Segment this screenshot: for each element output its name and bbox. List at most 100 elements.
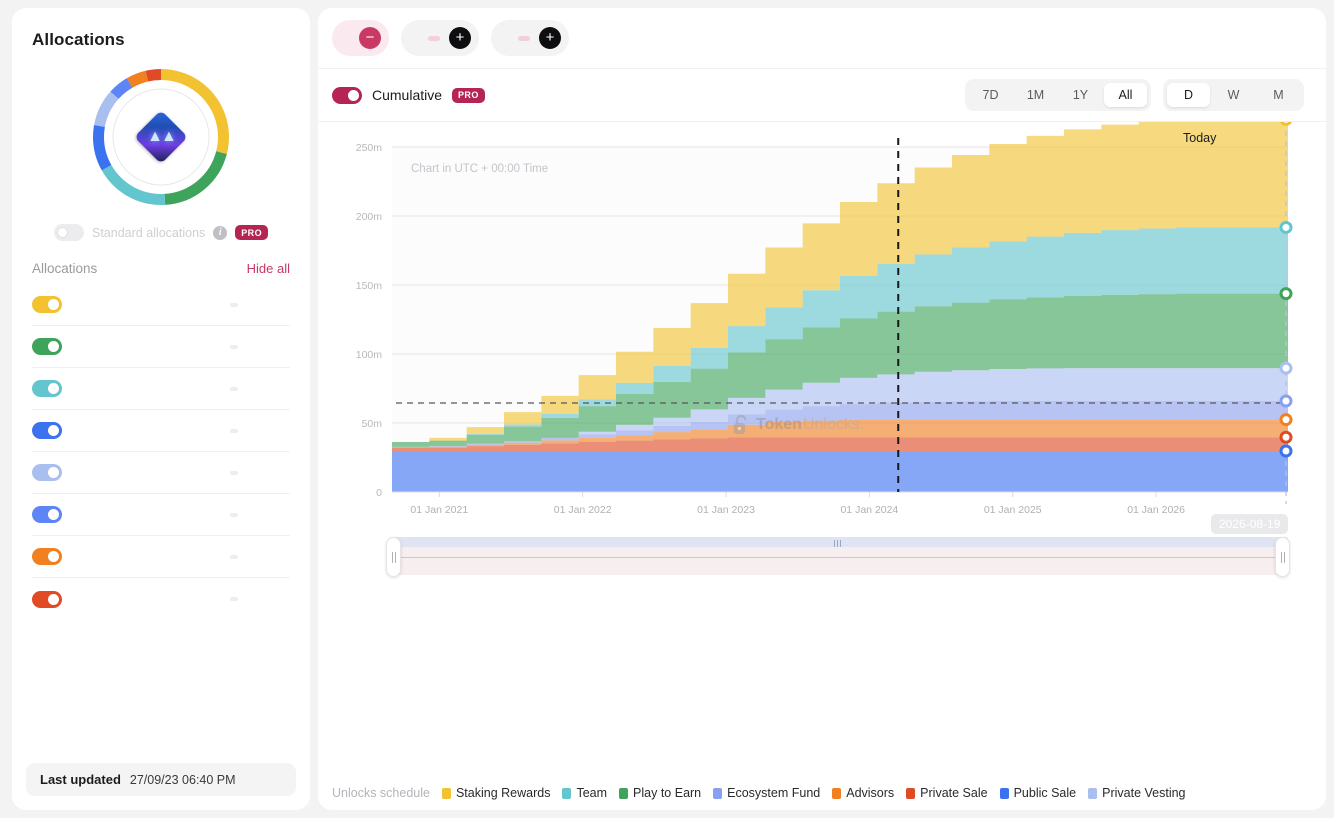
series-endpoint-marker[interactable] xyxy=(1279,394,1293,408)
allocation-row[interactable] xyxy=(32,452,290,494)
chart-canvas[interactable]: 0 50m 100m 150m 200m 250m 01 Jan 2021 01 Jan 20… xyxy=(318,122,1320,682)
allocations-list-label: Allocations xyxy=(32,261,98,276)
token-logo: ▲▲ xyxy=(134,110,188,164)
chart-legend: Unlocks schedule Staking Rewards Team Play … xyxy=(318,776,1326,810)
range-option-1y[interactable]: 1Y xyxy=(1059,83,1102,107)
legend-swatch xyxy=(999,787,1009,799)
legend-item[interactable]: Private Sale xyxy=(906,786,988,800)
range-option-7d[interactable]: 7D xyxy=(969,83,1012,107)
allocation-toggle[interactable] xyxy=(32,506,62,523)
standard-allocations-toggle[interactable] xyxy=(54,224,84,241)
legend-item[interactable]: Advisors xyxy=(832,786,894,800)
allocation-row[interactable] xyxy=(32,410,290,452)
series-endpoint-marker[interactable] xyxy=(1279,361,1293,375)
tab-vesting-schedule[interactable]: − xyxy=(332,20,389,56)
last-updated-bar: Last updated 27/09/23 06:40 PM xyxy=(26,763,296,796)
info-icon[interactable]: i xyxy=(213,225,228,240)
allocation-toggle[interactable] xyxy=(32,548,62,565)
legend-label: Private Vesting xyxy=(1102,786,1186,800)
legend-label: Ecosystem Fund xyxy=(727,786,821,800)
legend-swatch xyxy=(1088,787,1098,799)
allocations-donut-chart: ▲▲ xyxy=(12,66,310,208)
y-axis-tick: 50m xyxy=(362,418,383,430)
allocation-toggle[interactable] xyxy=(32,590,62,608)
legend-swatch xyxy=(619,787,629,799)
allocations-panel: Allocations ▲▲ Standard allocations i PR… xyxy=(12,8,310,810)
range-slider-right-handle[interactable] xyxy=(1275,537,1290,577)
allocation-row[interactable] xyxy=(32,536,290,578)
allocation-row[interactable] xyxy=(32,284,290,326)
interval-selector: DWM xyxy=(1163,79,1304,111)
allocation-toggle[interactable] xyxy=(32,380,62,397)
legend-item[interactable]: Private Vesting xyxy=(1088,786,1186,800)
allocations-list xyxy=(12,284,310,620)
series-endpoint-marker[interactable] xyxy=(1279,287,1293,301)
allocation-toggle[interactable] xyxy=(32,422,62,439)
allocation-unit xyxy=(230,428,238,433)
allocation-toggle[interactable] xyxy=(32,464,62,481)
allocation-toggle[interactable] xyxy=(32,338,62,355)
cumulative-toggle[interactable] xyxy=(332,86,362,104)
legend-item[interactable]: Team xyxy=(562,786,607,800)
add-series-icon[interactable]: + xyxy=(539,27,561,49)
legend-item[interactable]: Public Sale xyxy=(999,786,1077,800)
allocation-row[interactable] xyxy=(32,578,290,620)
legend-label: Private Sale xyxy=(920,786,988,800)
y-axis-tick: 150m xyxy=(356,280,383,292)
series-endpoint-marker[interactable] xyxy=(1279,220,1293,234)
allocation-toggle[interactable] xyxy=(32,296,62,313)
allocation-unit xyxy=(230,302,238,307)
x-axis-tick: 01 Jan 2023 xyxy=(697,504,755,516)
allocation-unit xyxy=(230,344,238,349)
last-updated-label: Last updated xyxy=(40,772,121,787)
x-axis-tick: 01 Jan 2022 xyxy=(554,504,612,516)
legend-swatch xyxy=(562,787,572,799)
utc-note: Chart in UTC + 00:00 Time xyxy=(411,163,549,175)
allocation-row[interactable] xyxy=(32,326,290,368)
range-option-1m[interactable]: 1M xyxy=(1014,83,1057,107)
tab-claimed[interactable]: + xyxy=(491,20,569,56)
legend-swatch xyxy=(832,787,842,799)
x-axis-tick: 01 Jan 2021 xyxy=(410,504,468,516)
interval-option-m[interactable]: M xyxy=(1257,83,1300,107)
x-axis-tick: 01 Jan 2024 xyxy=(840,504,898,516)
legend-label: Staking Rewards xyxy=(455,786,551,800)
remove-series-icon[interactable]: − xyxy=(359,27,381,49)
legend-item[interactable]: Staking Rewards xyxy=(441,786,551,800)
series-endpoint-marker[interactable] xyxy=(1279,430,1293,444)
chart-controls: Cumulative PRO 7D 1M 1Y All DWM xyxy=(318,68,1326,122)
series-endpoint-marker[interactable] xyxy=(1279,413,1293,427)
standard-allocations-label: Standard allocations xyxy=(92,225,206,240)
range-slider-baseline xyxy=(392,557,1288,558)
hide-all-button[interactable]: Hide all xyxy=(247,261,290,276)
y-axis-tick: 0 xyxy=(376,487,382,499)
cumulative-control: Cumulative PRO xyxy=(332,86,485,104)
range-option-all[interactable]: All xyxy=(1104,83,1147,107)
range-selector: 7D 1M 1Y All xyxy=(965,79,1151,111)
area-series-public-sale[interactable] xyxy=(392,451,1288,492)
y-axis-tick: 100m xyxy=(356,349,383,361)
range-slider-grip[interactable] xyxy=(834,540,841,547)
add-series-icon[interactable]: + xyxy=(449,27,471,49)
legend-swatch xyxy=(713,787,723,799)
legend-item[interactable]: Play to Earn xyxy=(619,786,701,800)
legend-label: Play to Earn xyxy=(633,786,702,800)
interval-option-w[interactable]: W xyxy=(1212,83,1255,107)
cumulative-pro-badge[interactable]: PRO xyxy=(452,87,485,103)
allocation-unit xyxy=(230,470,238,475)
pro-badge[interactable]: PRO xyxy=(235,225,268,240)
interval-option-d[interactable]: D xyxy=(1167,83,1210,107)
legend-swatch xyxy=(441,787,451,799)
standard-allocations-row: Standard allocations i PRO xyxy=(12,224,310,255)
tab-price[interactable]: + xyxy=(401,20,479,56)
vesting-schedule-chart[interactable]: Today Chart in UTC + 00:00 Time Token Un… xyxy=(318,122,1326,810)
range-slider-left-handle[interactable] xyxy=(386,537,401,577)
legend-title: Unlocks schedule xyxy=(332,786,430,800)
series-endpoint-marker[interactable] xyxy=(1280,122,1292,126)
legend-item[interactable]: Ecosystem Fund xyxy=(713,786,820,800)
legend-label: Public Sale xyxy=(1013,786,1077,800)
allocation-row[interactable] xyxy=(32,494,290,536)
allocation-row[interactable] xyxy=(32,368,290,410)
series-endpoint-marker[interactable] xyxy=(1279,444,1293,458)
allocation-unit xyxy=(230,554,238,559)
